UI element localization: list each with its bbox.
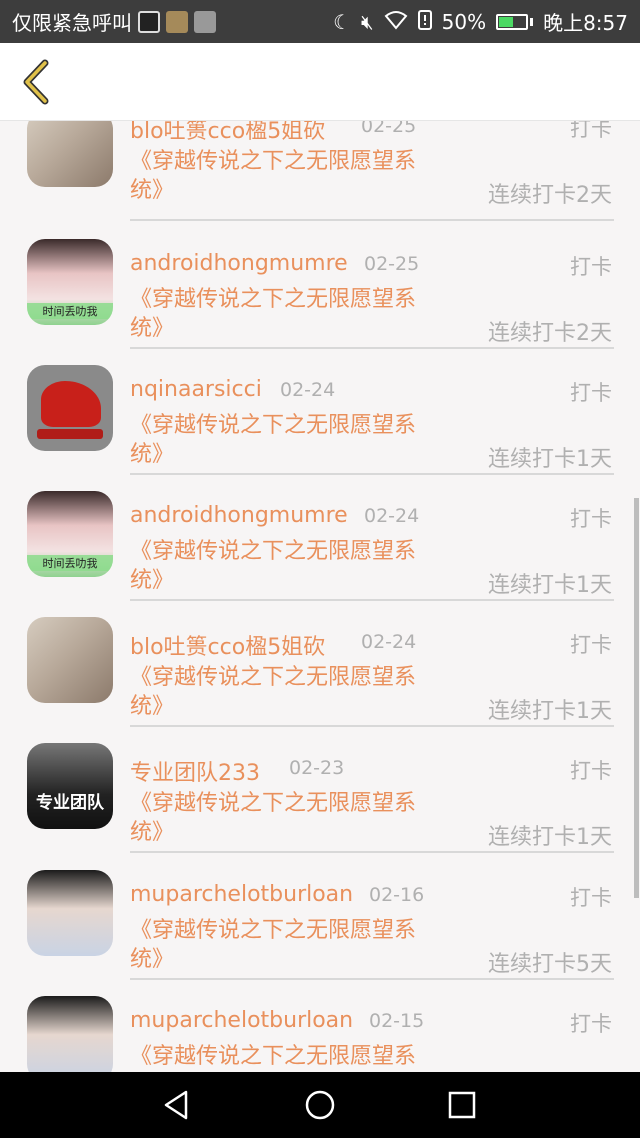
post-date: 02-25 bbox=[364, 253, 420, 275]
user-name[interactable]: muparchelotburloan bbox=[130, 1008, 353, 1033]
list-item[interactable]: nqinaarsicci 02-24 打卡 《穿越传说之下之无限愿望系 统》 连… bbox=[0, 365, 640, 491]
user-name[interactable]: 专业团队233 bbox=[130, 755, 260, 787]
moon-icon: ☾ bbox=[333, 9, 352, 34]
streak-text: 连续打卡1天 bbox=[488, 699, 612, 724]
list-item[interactable]: 时间丢叻我 androidhongmumre 02-25 打卡 《穿越传说之下之… bbox=[0, 239, 640, 365]
list-item[interactable]: muparchelotburloan 02-16 打卡 《穿越传说之下之无限愿望… bbox=[0, 870, 640, 996]
list-item[interactable]: 专业团队 专业团队233 02-23 打卡 《穿越传说之下之无限愿望系 统》 连… bbox=[0, 743, 640, 869]
scrollbar[interactable] bbox=[634, 498, 639, 898]
checkin-label: 打卡 bbox=[570, 886, 612, 910]
book-title[interactable]: 《穿越传说之下之无限愿望系 bbox=[130, 1042, 460, 1071]
streak-text: 连续打卡1天 bbox=[488, 573, 612, 598]
user-name[interactable]: androidhongmumre bbox=[130, 251, 348, 276]
user-name[interactable]: blo吐篑cco楹5姐砍 bbox=[130, 629, 325, 661]
post-date: 02-24 bbox=[361, 631, 417, 653]
team-avatar[interactable]: 专业团队 bbox=[27, 743, 113, 829]
divider bbox=[130, 978, 614, 980]
circle-home-icon[interactable] bbox=[303, 1088, 337, 1122]
streak-text: 连续打卡1天 bbox=[488, 825, 612, 850]
book-title[interactable]: 《穿越传说之下之无限愿望系 统》 bbox=[130, 789, 460, 847]
checkin-label: 打卡 bbox=[570, 255, 612, 279]
avatar-caption: 时间丢叻我 bbox=[27, 303, 113, 319]
status-left: 仅限紧急呼叫 bbox=[12, 7, 216, 36]
avatar-caption: 时间丢叻我 bbox=[27, 555, 113, 571]
book-title[interactable]: 《穿越传说之下之无限愿望系 统》 bbox=[130, 663, 460, 721]
alert-icon bbox=[417, 10, 432, 33]
checkin-label: 打卡 bbox=[570, 759, 612, 783]
book-title[interactable]: 《穿越传说之下之无限愿望系 统》 bbox=[130, 916, 460, 974]
notification-icon bbox=[166, 10, 188, 33]
book-title[interactable]: 《穿越传说之下之无限愿望系 统》 bbox=[130, 147, 460, 205]
app-bar bbox=[0, 43, 640, 121]
triangle-back-icon[interactable] bbox=[160, 1088, 194, 1122]
chevron-left-icon bbox=[23, 59, 49, 105]
book-title[interactable]: 《穿越传说之下之无限愿望系 统》 bbox=[130, 285, 460, 343]
status-right: ☾ 🔇︎ 50% 晚上8:57 bbox=[333, 7, 628, 36]
book-title[interactable]: 《穿越传说之下之无限愿望系 统》 bbox=[130, 537, 460, 595]
girl-avatar[interactable]: 时间丢叻我 bbox=[27, 491, 113, 577]
list-item[interactable]: blo吐篑cco楹5姐砍 02-24 打卡 《穿越传说之下之无限愿望系 统》 连… bbox=[0, 617, 640, 743]
girl-avatar[interactable]: 时间丢叻我 bbox=[27, 239, 113, 325]
wifi-icon bbox=[384, 10, 408, 33]
boy-avatar[interactable] bbox=[27, 870, 113, 956]
divider bbox=[130, 473, 614, 475]
user-name[interactable]: nqinaarsicci bbox=[130, 377, 262, 402]
boy-avatar[interactable] bbox=[27, 996, 113, 1072]
post-date: 02-16 bbox=[369, 884, 425, 906]
list-item[interactable]: 时间丢叻我 androidhongmumre 02-24 打卡 《穿越传说之下之… bbox=[0, 491, 640, 617]
user-name[interactable]: muparchelotburloan bbox=[130, 882, 353, 907]
bird-avatar[interactable] bbox=[27, 121, 113, 187]
user-name[interactable]: blo吐篑cco楹5姐砍 bbox=[130, 121, 325, 145]
book-title[interactable]: 《穿越传说之下之无限愿望系 统》 bbox=[130, 411, 460, 469]
checkin-label: 打卡 bbox=[570, 121, 612, 141]
notification-icon bbox=[194, 10, 216, 33]
checkin-label: 打卡 bbox=[570, 381, 612, 405]
streak-text: 连续打卡2天 bbox=[488, 183, 612, 208]
notification-icon bbox=[138, 10, 160, 33]
post-date: 02-25 bbox=[361, 121, 417, 137]
system-nav-bar bbox=[0, 1072, 640, 1138]
streak-text: 连续打卡2天 bbox=[488, 321, 612, 346]
checkin-label: 打卡 bbox=[570, 1012, 612, 1036]
divider bbox=[130, 599, 614, 601]
post-date: 02-24 bbox=[364, 505, 420, 527]
avatar-caption: 专业团队 bbox=[36, 793, 104, 813]
battery-icon bbox=[496, 13, 534, 30]
checkin-list[interactable]: blo吐篑cco楹5姐砍 02-25 打卡 《穿越传说之下之无限愿望系 统》 连… bbox=[0, 121, 640, 1072]
divider bbox=[130, 725, 614, 727]
post-date: 02-24 bbox=[280, 379, 336, 401]
carrier-text: 仅限紧急呼叫 bbox=[12, 11, 132, 35]
checkin-label: 打卡 bbox=[570, 507, 612, 531]
bird-avatar[interactable] bbox=[27, 617, 113, 703]
list-item[interactable]: blo吐篑cco楹5姐砍 02-25 打卡 《穿越传说之下之无限愿望系 统》 连… bbox=[0, 121, 640, 237]
horse-avatar[interactable] bbox=[27, 365, 113, 451]
status-bar: 仅限紧急呼叫 ☾ 🔇︎ 50% 晚上8:57 bbox=[0, 0, 640, 43]
clock: 晚上8:57 bbox=[543, 11, 628, 35]
post-date: 02-15 bbox=[369, 1010, 425, 1032]
mute-icon: 🔇︎ bbox=[361, 9, 374, 34]
square-recent-icon[interactable] bbox=[445, 1088, 479, 1122]
divider bbox=[130, 851, 614, 853]
streak-text: 连续打卡5天 bbox=[488, 952, 612, 977]
divider bbox=[130, 347, 614, 349]
list-item[interactable]: muparchelotburloan 02-15 打卡 《穿越传说之下之无限愿望… bbox=[0, 996, 640, 1072]
user-name[interactable]: androidhongmumre bbox=[130, 503, 348, 528]
streak-text: 连续打卡1天 bbox=[488, 447, 612, 472]
battery-percent: 50% bbox=[441, 9, 487, 34]
back-button[interactable] bbox=[14, 57, 58, 107]
post-date: 02-23 bbox=[289, 757, 345, 779]
divider bbox=[130, 219, 614, 221]
checkin-label: 打卡 bbox=[570, 633, 612, 657]
